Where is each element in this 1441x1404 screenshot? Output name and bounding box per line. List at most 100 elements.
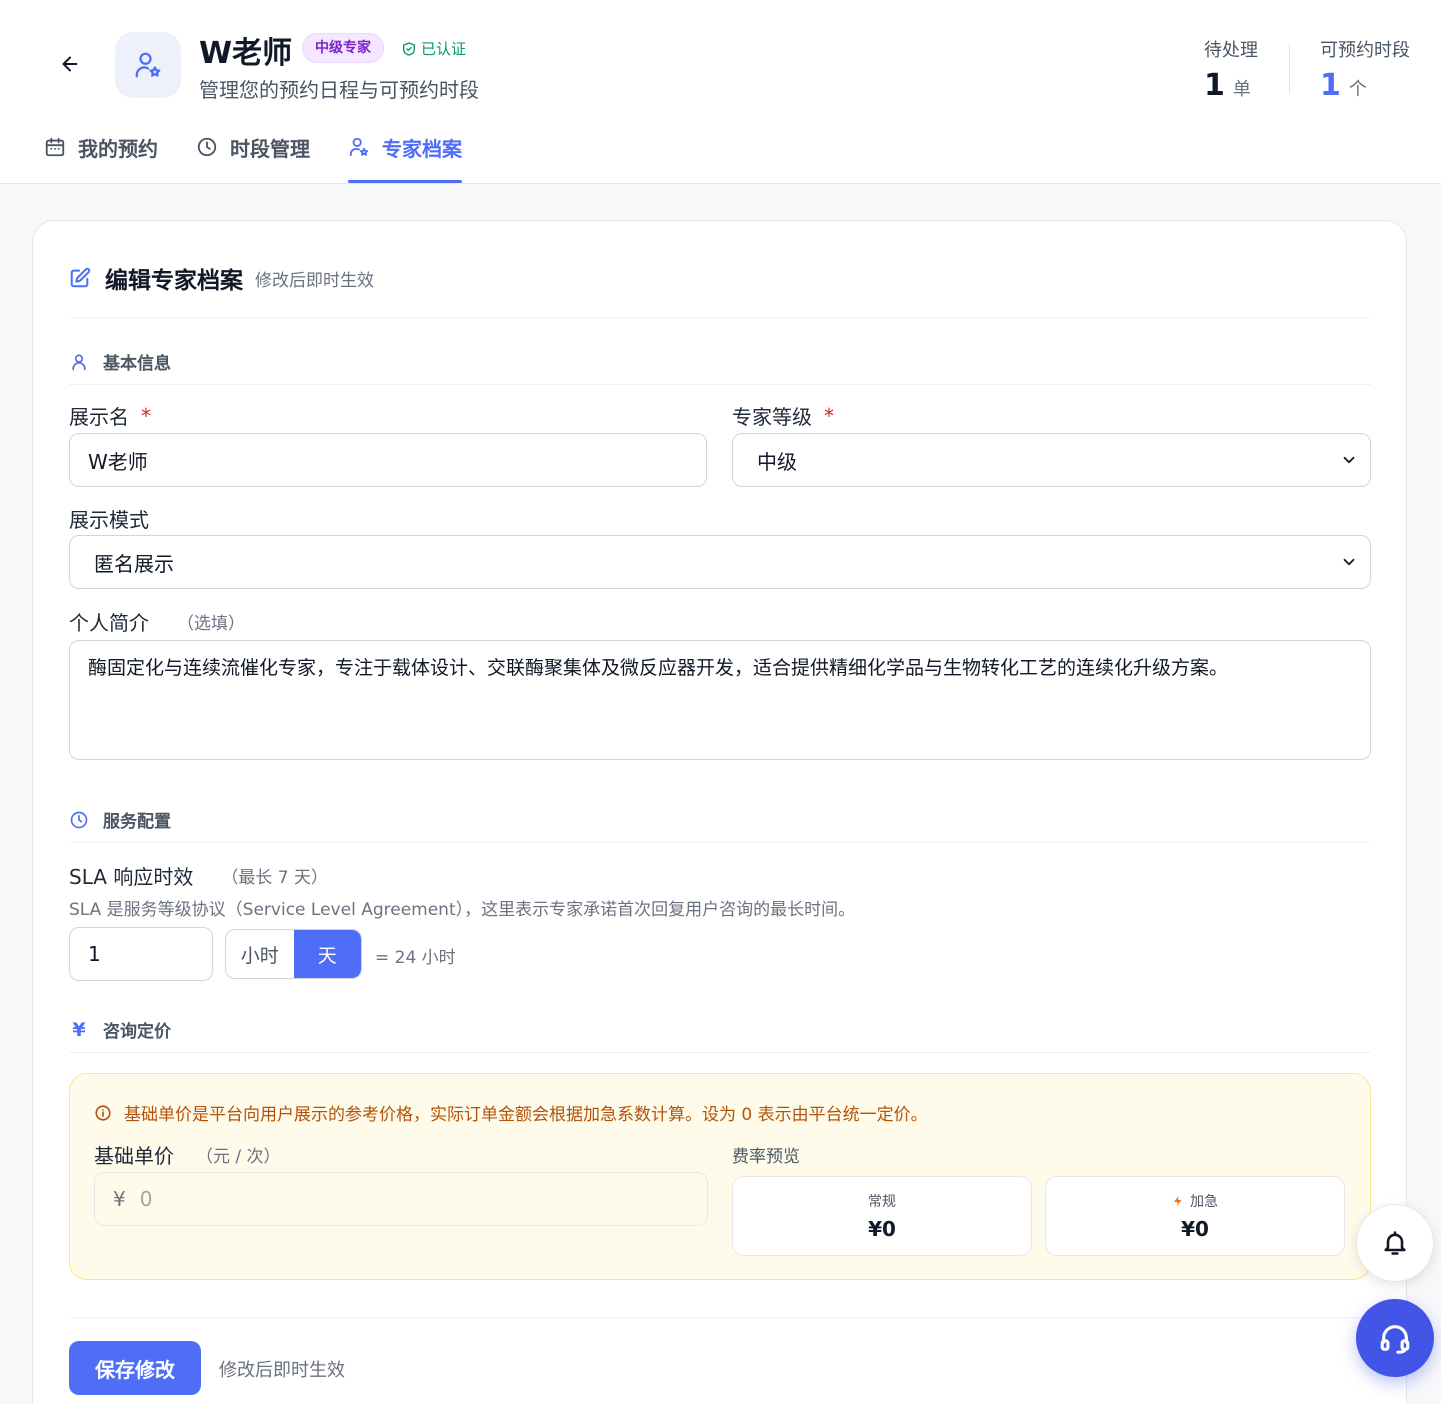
tab-label: 专家档案 xyxy=(382,136,462,161)
tab-slot-management[interactable]: 时段管理 xyxy=(196,124,310,170)
clock-icon xyxy=(197,137,217,157)
bio-label: 个人简介 （选填） xyxy=(69,607,245,636)
section-title: 咨询定价 xyxy=(103,1022,171,1042)
verified-badge: 已认证 xyxy=(401,38,466,59)
currency-symbol: ¥ xyxy=(113,1187,126,1211)
rate-card-urgent: 加急 ¥0 xyxy=(1045,1176,1345,1256)
stat-label: 待处理 xyxy=(1204,40,1258,61)
expert-level-select[interactable]: 中级 xyxy=(732,433,1371,487)
bell-icon xyxy=(1384,1231,1406,1255)
label-text: 个人简介 xyxy=(69,611,149,635)
notification-button[interactable] xyxy=(1356,1204,1434,1282)
stat-unit: 个 xyxy=(1348,79,1367,100)
yuan-icon: ¥ xyxy=(72,1018,86,1041)
sla-label: SLA 响应时效 （最长 7 天） xyxy=(69,861,328,890)
profile-edit-card: 编辑专家档案 修改后即时生效 基本信息 展示名 * W老师 专家等级 * 中级 展示… xyxy=(32,220,1407,1404)
sla-value-input[interactable]: 1 xyxy=(69,927,213,981)
card-title: 编辑专家档案 修改后即时生效 xyxy=(69,261,374,295)
rate-name: 加急 xyxy=(1190,1194,1218,1210)
customer-support-button[interactable] xyxy=(1356,1299,1434,1377)
rate-name: 常规 xyxy=(868,1194,896,1210)
label-text: 专家等级 xyxy=(732,405,812,429)
pricing-panel: 基础单价是平台向用户展示的参考价格，实际订单金额会根据加急系数计算。设为 0 表… xyxy=(69,1073,1371,1280)
lightning-icon xyxy=(1174,1196,1182,1206)
user-star-icon xyxy=(135,52,161,78)
pricing-note-text: 基础单价是平台向用户展示的参考价格，实际订单金额会根据加急系数计算。设为 0 表… xyxy=(124,1105,928,1125)
rate-value: ¥0 xyxy=(1181,1217,1209,1241)
divider xyxy=(69,317,1371,318)
required-mark: * xyxy=(141,403,151,428)
select-value: 匿名展示 xyxy=(94,551,174,576)
info-icon xyxy=(95,1104,111,1121)
tab-bar: 我的预约 时段管理 专家档案 xyxy=(44,124,500,184)
section-pricing: ¥ 咨询定价 xyxy=(69,1017,171,1043)
user-icon xyxy=(72,354,86,370)
back-button[interactable] xyxy=(54,48,86,80)
avatar xyxy=(115,32,181,98)
divider xyxy=(69,384,1371,385)
base-price-input[interactable]: ¥ 0 xyxy=(94,1172,708,1226)
label-text: 基础单价 xyxy=(94,1144,174,1168)
tab-label: 时段管理 xyxy=(230,136,310,161)
stat-value: 1 xyxy=(1204,68,1225,103)
save-button[interactable]: 保存修改 xyxy=(69,1341,201,1395)
rate-preview-label: 费率预览 xyxy=(732,1147,800,1167)
section-title: 基本信息 xyxy=(103,354,171,374)
price-unit-hint: （元 / 次） xyxy=(196,1147,281,1167)
unit-option-day[interactable]: 天 xyxy=(293,930,361,978)
section-title: 服务配置 xyxy=(103,812,171,832)
tab-expert-profile[interactable]: 专家档案 xyxy=(348,124,462,183)
rate-card-regular: 常规 ¥0 xyxy=(732,1176,1032,1256)
optional-hint: （选填） xyxy=(177,614,245,634)
display-mode-select[interactable]: 匿名展示 xyxy=(69,535,1371,589)
display-name-label: 展示名 * xyxy=(69,401,151,430)
section-service-config: 服务配置 xyxy=(69,807,171,832)
tab-label: 我的预约 xyxy=(78,136,158,161)
sla-max-hint: （最长 7 天） xyxy=(221,868,328,888)
verified-label: 已认证 xyxy=(421,40,467,58)
stat-pending: 待处理 1 单 xyxy=(1204,36,1258,103)
section-basic-info: 基本信息 xyxy=(69,349,171,374)
divider xyxy=(69,1317,1371,1318)
stat-divider xyxy=(1289,44,1290,94)
sla-unit-toggle: 小时 天 xyxy=(225,929,362,979)
card-title-hint: 修改后即时生效 xyxy=(255,270,374,291)
edit-icon xyxy=(70,267,91,288)
calendar-icon xyxy=(45,137,65,157)
required-mark: * xyxy=(824,403,834,428)
arrow-left-icon xyxy=(62,56,78,72)
level-badge: 中级专家 xyxy=(302,33,384,63)
select-value: 中级 xyxy=(757,449,797,474)
sla-equivalent: = 24 小时 xyxy=(375,948,456,968)
expert-name: W老师 xyxy=(199,36,293,71)
rate-value: ¥0 xyxy=(868,1217,896,1241)
card-title-text: 编辑专家档案 xyxy=(105,268,243,294)
bio-textarea[interactable]: 酶固定化与连续流催化专家，专注于载体设计、交联酶聚集体及微反应器开发，适合提供精… xyxy=(69,640,1371,760)
stat-unit: 单 xyxy=(1232,79,1251,100)
divider xyxy=(69,1052,1371,1053)
display-mode-label: 展示模式 xyxy=(69,508,149,532)
stat-label: 可预约时段 xyxy=(1320,40,1410,61)
price-placeholder: 0 xyxy=(139,1187,153,1211)
chevron-down-icon xyxy=(1343,558,1355,566)
tab-my-appointments[interactable]: 我的预约 xyxy=(44,124,158,170)
base-price-label: 基础单价 （元 / 次） xyxy=(94,1140,281,1169)
label-text: SLA 响应时效 xyxy=(69,865,194,889)
save-hint: 修改后即时生效 xyxy=(219,1360,345,1381)
expert-level-label: 专家等级 * xyxy=(732,401,834,430)
headset-icon xyxy=(1380,1325,1410,1354)
shield-check-icon xyxy=(403,41,415,56)
unit-option-hour[interactable]: 小时 xyxy=(226,930,294,978)
stat-value: 1 xyxy=(1320,68,1341,103)
display-name-input[interactable]: W老师 xyxy=(69,433,707,487)
sla-description: SLA 是服务等级协议（Service Level Agreement），这里表… xyxy=(69,900,856,920)
label-text: 展示名 xyxy=(69,405,129,429)
pricing-note: 基础单价是平台向用户展示的参考价格，实际订单金额会根据加急系数计算。设为 0 表… xyxy=(94,1100,928,1125)
chevron-down-icon xyxy=(1343,456,1355,464)
clock-icon xyxy=(70,811,88,828)
page-header: W老师 中级专家 已认证 管理您的预约日程与可预约时段 待处理 1 单 可预约时… xyxy=(0,0,1441,184)
divider xyxy=(69,842,1371,843)
stat-available-slots: 可预约时段 1 个 xyxy=(1320,36,1410,103)
user-star-icon xyxy=(349,137,369,157)
page-subtitle: 管理您的预约日程与可预约时段 xyxy=(199,78,479,102)
